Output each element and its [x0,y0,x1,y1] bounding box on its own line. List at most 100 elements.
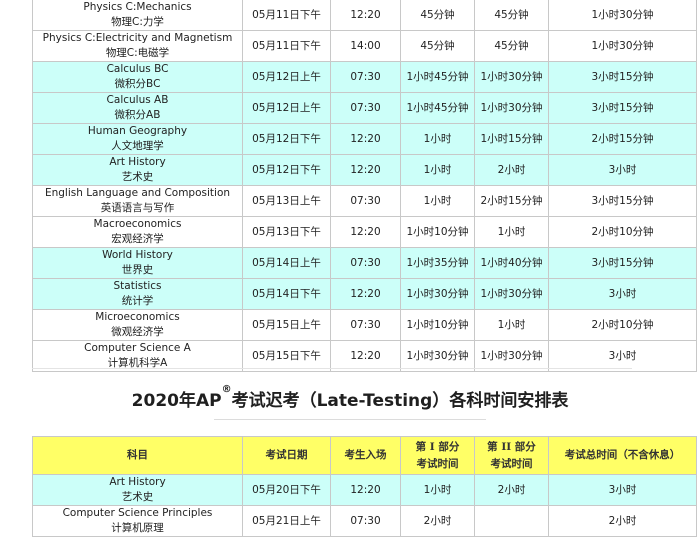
header-subject: 科目 [32,436,243,475]
header-part1: 第 I 部分 考试时间 [400,436,475,475]
table-row: Computer Science Principles 计算机原理 05月21日上午… [32,505,697,537]
subject-cell: Physics C:Mechanics 物理C:力学 [32,0,243,31]
subject-en: Art History [109,476,166,488]
part1-duration-cell: 1小时30分钟 [400,340,475,372]
part2-duration-cell: 1小时30分钟 [474,92,549,124]
section-divider [32,368,632,369]
subject-en: Calculus BC [106,63,169,75]
subject-en: English Language and Composition [44,187,231,199]
part1-duration-cell: 2小时 [400,505,475,537]
subject-cell: Art History 艺术史 [32,474,243,506]
part1-duration-cell: 1小时10分钟 [400,309,475,341]
part1-duration-cell: 1小时30分钟 [400,278,475,310]
subject-cn: 人文地理学 [111,140,164,152]
subject-cn: 微积分BC [114,78,161,90]
subject-cell: Statistics 统计学 [32,278,243,310]
header-part2: 第 II 部分 考试时间 [474,436,549,475]
part2-duration-cell [474,505,549,537]
subject-en: Microeconomics [95,311,180,323]
header-entry: 考生入场 [330,436,401,475]
entry-time-cell: 14:00 [330,30,401,62]
table-row: Art History 艺术史 05月20日下午 12:20 1小时 2小时 3小时 [32,474,697,506]
table-row: Calculus BC 微积分BC 05月12日上午 07:30 1小时45分钟 1小时3… [32,61,697,93]
entry-time-cell: 12:20 [330,278,401,310]
total-duration-cell: 3小时15分钟 [548,61,697,93]
part2-duration-cell: 2小时 [474,154,549,186]
date-cell: 05月15日下午 [242,340,331,372]
date-cell: 05月12日下午 [242,123,331,155]
subject-cell: Computer Science A 计算机科学A [32,340,243,372]
table-row: Calculus AB 微积分AB 05月12日上午 07:30 1小时45分钟 1小时3… [32,92,697,124]
subject-cn: 统计学 [121,295,154,307]
subject-en: Human Geography [87,125,188,137]
table-row: Human Geography 人文地理学 05月12日下午 12:20 1小时 1小时1… [32,123,697,155]
part2-duration-cell: 2小时15分钟 [474,185,549,217]
table-row: Physics C:Mechanics 物理C:力学 05月11日下午 12:20 45… [32,0,697,31]
late-testing-title: 2020年AP®考试迟考（Late-Testing）各科时间安排表 [131,384,569,411]
subject-cn: 微积分AB [114,109,161,121]
subject-cn: 计算机原理 [111,522,164,534]
total-duration-cell: 2小时10分钟 [548,309,697,341]
subject-en: Computer Science Principles [62,507,213,519]
entry-time-cell: 12:20 [330,216,401,248]
part1-duration-cell: 1小时10分钟 [400,216,475,248]
date-cell: 05月14日上午 [242,247,331,279]
part1-duration-cell: 1小时35分钟 [400,247,475,279]
subject-cell: Physics C:Electricity and Magnetism 物理C:电… [32,30,243,62]
table-row: English Language and Composition 英语语言与写作 0… [32,185,697,217]
part2-duration-cell: 1小时30分钟 [474,340,549,372]
date-cell: 05月20日下午 [242,474,331,506]
total-duration-cell: 1小时30分钟 [548,0,697,31]
main-schedule-table: Physics C:Mechanics 物理C:力学 05月11日下午 12:20 45… [32,0,697,372]
subject-cell: Macroeconomics 宏观经济学 [32,216,243,248]
total-duration-cell: 3小时15分钟 [548,92,697,124]
total-duration-cell: 3小时 [548,278,697,310]
subject-en: Statistics [113,280,162,292]
total-duration-cell: 3小时15分钟 [548,247,697,279]
total-duration-cell: 3小时 [548,154,697,186]
part2-duration-cell: 1小时30分钟 [474,278,549,310]
subject-cell: Human Geography 人文地理学 [32,123,243,155]
table-row: Computer Science A 计算机科学A 05月15日下午 12:20 1小时… [32,340,697,372]
subject-en: Physics C:Electricity and Magnetism [42,32,233,44]
entry-time-cell: 12:20 [330,123,401,155]
part2-duration-cell: 1小时40分钟 [474,247,549,279]
entry-time-cell: 07:30 [330,185,401,217]
entry-time-cell: 07:30 [330,309,401,341]
subject-cell: World History 世界史 [32,247,243,279]
part1-duration-cell: 45分钟 [400,30,475,62]
entry-time-cell: 07:30 [330,61,401,93]
subject-cn: 宏观经济学 [111,233,164,245]
table-row: Macroeconomics 宏观经济学 05月13日下午 12:20 1小时10分钟 1… [32,216,697,248]
date-cell: 05月14日下午 [242,278,331,310]
table-row: Physics C:Electricity and Magnetism 物理C:电… [32,30,697,62]
subject-en: Calculus AB [106,94,169,106]
part1-duration-cell: 1小时 [400,154,475,186]
subject-cell: Computer Science Principles 计算机原理 [32,505,243,537]
part1-duration-cell: 1小时 [400,185,475,217]
subject-en: World History [102,249,173,261]
date-cell: 05月13日下午 [242,216,331,248]
date-cell: 05月11日下午 [242,0,331,31]
subject-cn: 世界史 [121,264,154,276]
subject-cell: Art History 艺术史 [32,154,243,186]
subject-cn: 艺术史 [121,171,154,183]
part2-duration-cell: 1小时 [474,309,549,341]
header-date: 考试日期 [242,436,331,475]
date-cell: 05月21日上午 [242,505,331,537]
subject-cell: Microeconomics 微观经济学 [32,309,243,341]
title-underline [214,419,486,420]
total-duration-cell: 3小时15分钟 [548,185,697,217]
part2-duration-cell: 1小时30分钟 [474,61,549,93]
subject-cn: 微观经济学 [111,326,164,338]
subject-cell: English Language and Composition 英语语言与写作 [32,185,243,217]
part2-duration-cell: 45分钟 [474,0,549,31]
subject-cell: Calculus AB 微积分AB [32,92,243,124]
part1-duration-cell: 45分钟 [400,0,475,31]
entry-time-cell: 07:30 [330,92,401,124]
subject-en: Macroeconomics [93,218,182,230]
entry-time-cell: 07:30 [330,505,401,537]
part2-duration-cell: 1小时 [474,216,549,248]
table-row: World History 世界史 05月14日上午 07:30 1小时35分钟 1小时4… [32,247,697,279]
total-duration-cell: 3小时 [548,340,697,372]
